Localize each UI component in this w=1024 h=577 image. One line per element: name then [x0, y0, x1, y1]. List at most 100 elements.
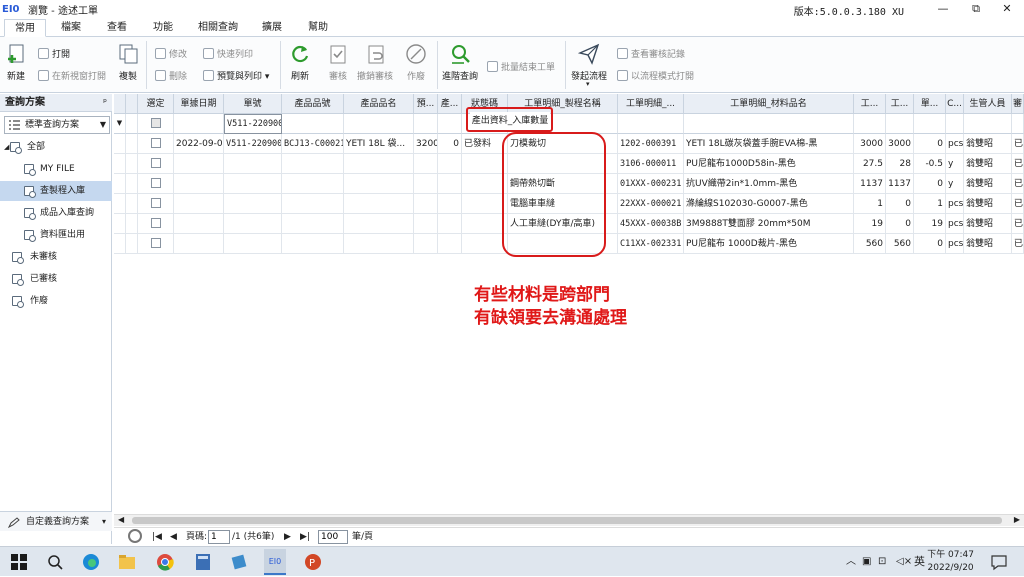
filter-cell-qty2[interactable] [886, 114, 914, 134]
tree-item-reviewed[interactable]: 已審核 [0, 269, 112, 289]
col-header-material-no[interactable]: 工單明細_... [618, 94, 684, 114]
page-size-input[interactable] [318, 530, 348, 544]
tree-item-voided[interactable]: 作廢 [0, 291, 112, 311]
restore-button[interactable]: ⧉ [961, 1, 991, 17]
open-new-window-button[interactable]: 在新視窗打開 [38, 69, 106, 82]
network-icon[interactable]: ⊡ [878, 547, 886, 577]
minimize-button[interactable]: — [928, 1, 958, 17]
expand-arrow-icon[interactable]: ◢ [4, 137, 9, 157]
tree-item-product-stock-in[interactable]: 成品入庫查詢 [0, 203, 112, 223]
tab-function[interactable]: 功能 [142, 19, 184, 37]
row-checkbox[interactable] [151, 138, 161, 148]
last-page-icon[interactable]: ▶| [300, 531, 310, 544]
quick-print-button[interactable]: 快速列印 [203, 47, 253, 60]
tab-extend[interactable]: 擴展 [250, 19, 294, 37]
filter-cell-qty1[interactable] [854, 114, 886, 134]
filter-cell-unit[interactable] [946, 114, 964, 134]
filter-cell-review[interactable] [1012, 114, 1024, 134]
tree-item-data-export[interactable]: 資料匯出用 [0, 225, 112, 245]
file-explorer-icon[interactable] [118, 553, 136, 571]
chrome-browser-icon[interactable] [156, 553, 174, 571]
col-header-doc-no[interactable]: 單號 [224, 94, 282, 114]
windows-start-icon[interactable] [10, 553, 28, 571]
scheme-select[interactable]: 標準查詢方案 ▼ [4, 116, 110, 134]
system-clock[interactable]: 下午 07:47 2022/9/20 [927, 549, 974, 575]
batch-close-button[interactable]: 批量結束工單 [487, 60, 555, 73]
cancel-review-button[interactable]: 撤銷審核 [357, 69, 393, 82]
col-header-produced[interactable]: 產... [438, 94, 462, 114]
first-page-icon[interactable]: |◀ [152, 531, 162, 544]
filter-checkbox[interactable] [151, 118, 161, 128]
filter-cell-product-no[interactable] [282, 114, 344, 134]
col-header-product-name[interactable]: 產品品名 [344, 94, 414, 114]
tree-item-all[interactable]: ◢ 全部 [0, 137, 112, 157]
row-checkbox[interactable] [151, 218, 161, 228]
flow-mode-open-button[interactable]: 以流程模式打開 [617, 69, 694, 82]
filter-cell-product-name[interactable] [344, 114, 414, 134]
volume-icon[interactable]: ◁× [896, 547, 912, 577]
preview-print-button[interactable]: 預覽與列印 ▾ [203, 69, 269, 82]
col-header-material-name[interactable]: 工單明細_材料品名 [684, 94, 854, 114]
tray-up-icon[interactable]: ︿ [846, 547, 856, 577]
next-page-icon[interactable]: ▶ [284, 531, 291, 544]
horizontal-scrollbar[interactable]: ◀ ▶ [114, 514, 1024, 526]
scroll-left-icon[interactable]: ◀ [118, 515, 124, 524]
filter-cell-planned[interactable] [414, 114, 438, 134]
col-header-staff[interactable]: 生管人員 [964, 94, 1012, 114]
tab-related-query[interactable]: 相關查詢 [188, 19, 248, 37]
col-header-planned[interactable]: 預... [414, 94, 438, 114]
col-header-qty2[interactable]: 工... [886, 94, 914, 114]
page-number-input[interactable] [208, 530, 230, 544]
row-checkbox[interactable] [151, 158, 161, 168]
row-checkbox[interactable] [151, 178, 161, 188]
col-header-product-no[interactable]: 產品品號 [282, 94, 344, 114]
new-button[interactable]: 新建 [7, 69, 25, 82]
notification-icon[interactable] [990, 553, 1008, 571]
row-checkbox[interactable] [151, 238, 161, 248]
edge-browser-icon[interactable] [82, 553, 100, 571]
filter-cell-material-name[interactable] [684, 114, 854, 134]
modify-button[interactable]: 修改 [155, 47, 187, 60]
filter-cell-material-no[interactable] [618, 114, 684, 134]
pin-icon[interactable]: ᵖ [103, 94, 107, 112]
close-button[interactable]: ✕ [992, 1, 1022, 17]
delete-button[interactable]: 刪除 [155, 69, 187, 82]
filter-cell-select[interactable] [138, 114, 174, 134]
calculator-icon[interactable] [194, 553, 212, 571]
camera-icon[interactable]: ▣ [862, 547, 871, 577]
filter-cell-staff[interactable] [964, 114, 1012, 134]
filter-cell-marker[interactable] [126, 114, 138, 134]
tab-view[interactable]: 查看 [96, 19, 138, 37]
void-button[interactable]: 作廢 [407, 69, 425, 82]
review-button[interactable]: 審核 [329, 69, 347, 82]
filter-cell-qty3[interactable] [914, 114, 946, 134]
scroll-right-icon[interactable]: ▶ [1014, 515, 1020, 524]
open-button[interactable]: 打開 [38, 47, 70, 60]
advanced-query-button[interactable]: 進階查詢 [442, 69, 478, 82]
filter-cell-produced[interactable] [438, 114, 462, 134]
tree-item-unreviewed[interactable]: 未審核 [0, 247, 112, 267]
scroll-thumb[interactable] [132, 517, 1002, 524]
tab-help[interactable]: 幫助 [296, 19, 340, 37]
copy-button[interactable]: 複製 [119, 69, 137, 82]
col-header-review[interactable]: 審 [1012, 94, 1024, 114]
filter-doc-no-input[interactable]: V511-2209002 [224, 114, 282, 134]
filter-cell-doc-date[interactable] [174, 114, 224, 134]
chevron-down-icon[interactable]: ▾ [102, 512, 106, 532]
col-header-select[interactable]: 選定 [138, 94, 174, 114]
taskbar-app-e10[interactable]: EI0 [264, 549, 286, 575]
col-header-doc-date[interactable]: 單據日期 [174, 94, 224, 114]
launch-flow-dropdown-icon[interactable]: ▾ [586, 80, 590, 88]
col-header-qty1[interactable]: 工... [854, 94, 886, 114]
col-header-unit[interactable]: C... [946, 94, 964, 114]
custom-scheme-button[interactable]: 自定義查詢方案 ▾ [0, 511, 112, 531]
row-checkbox[interactable] [151, 198, 161, 208]
ime-indicator[interactable]: 英 [914, 547, 925, 577]
tree-item-my-file[interactable]: MY FILE [0, 159, 112, 179]
tree-item-process-stock-in[interactable]: 查製程入庫 [0, 181, 112, 201]
view-review-log-button[interactable]: 查看審核記錄 [617, 47, 685, 60]
refresh-button[interactable]: 刷新 [291, 69, 309, 82]
col-header-qty3[interactable]: 單... [914, 94, 946, 114]
prev-page-icon[interactable]: ◀ [170, 531, 177, 544]
powerpoint-icon[interactable]: P [304, 553, 322, 571]
